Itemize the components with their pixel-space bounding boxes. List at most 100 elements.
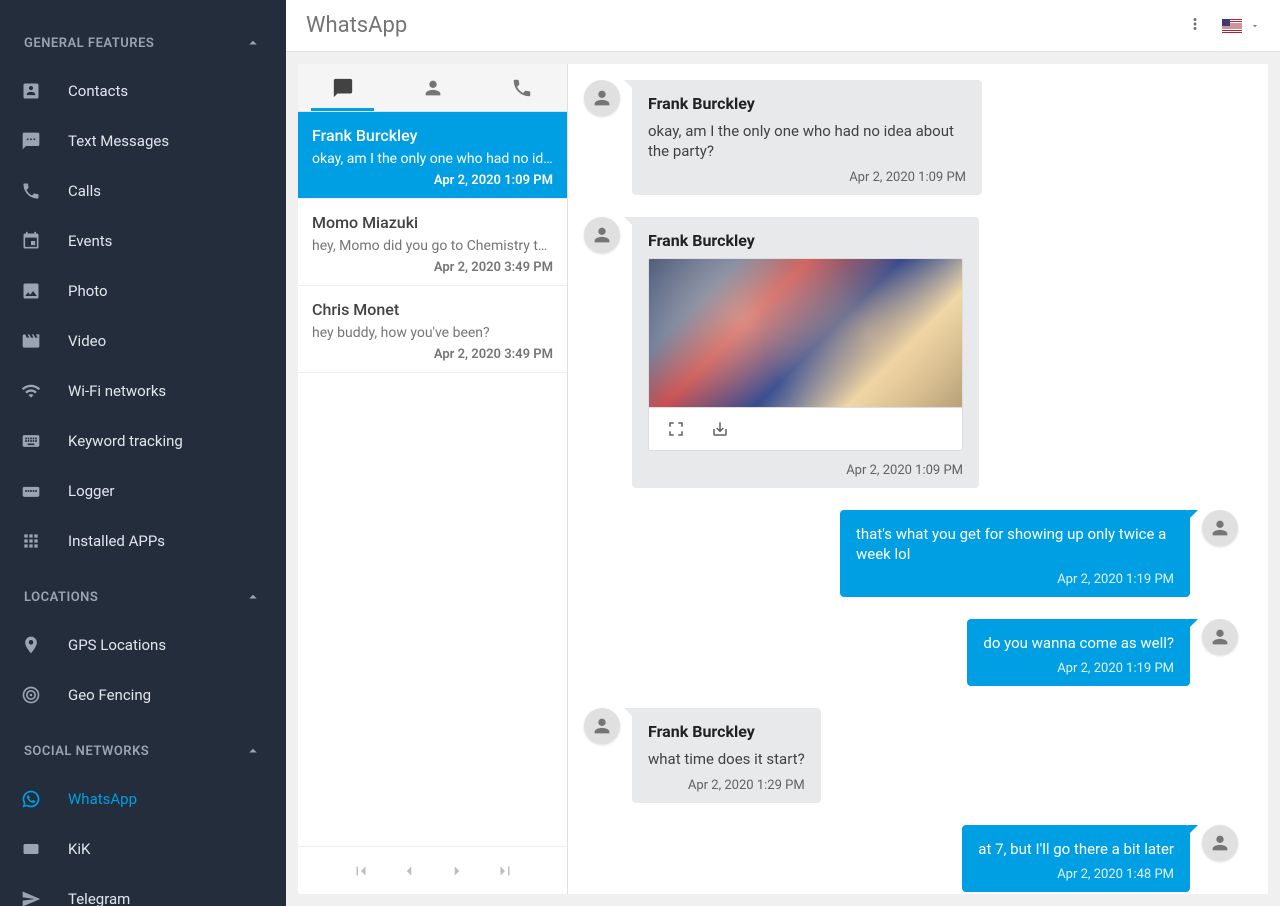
sidebar-item-logger[interactable]: Logger [0,466,286,516]
pagination [298,846,567,894]
sidebar-item-label: Keyword tracking [68,432,183,450]
apps-icon [20,530,42,552]
sidebar-item-apps[interactable]: Installed APPs [0,516,286,566]
page-prev[interactable] [400,862,418,880]
sidebar-item-wifi[interactable]: Wi-Fi networks [0,366,286,416]
sidebar-item-label: Installed APPs [68,532,165,550]
avatar [1202,619,1238,655]
message-row: that's what you get for showing up only … [584,510,1238,598]
message-sender: Frank Burckley [648,722,805,741]
sidebar-item-label: Wi-Fi networks [68,382,166,400]
sidebar-item-whatsapp[interactable]: WhatsApp [0,774,286,824]
avatar [1202,825,1238,861]
wifi-icon [20,380,42,402]
download-icon[interactable] [711,420,729,438]
keyboard-icon [20,430,42,452]
sidebar-item-kik[interactable]: KiK [0,824,286,874]
sidebar-item-calls[interactable]: Calls [0,166,286,216]
page-first[interactable] [352,862,370,880]
section-title: LOCATIONS [24,590,98,605]
message-bubble: do you wanna come as well? Apr 2, 2020 1… [967,619,1190,686]
sidebar-item-label: Geo Fencing [68,686,151,704]
conversation-name: Frank Burckley [312,126,553,145]
message-time: Apr 2, 2020 1:19 PM [983,661,1174,676]
sidebar-item-telegram[interactable]: Telegram [0,874,286,906]
whatsapp-icon [20,788,42,810]
message-row: Frank Burckley Apr 2, 2020 1:09 PM [584,217,1238,488]
message-time: Apr 2, 2020 1:09 PM [648,463,963,478]
message-bubble: that's what you get for showing up only … [840,510,1190,598]
sidebar-section-general[interactable]: GENERAL FEATURES [0,20,286,66]
message-image[interactable] [648,258,963,408]
conversation-preview: hey buddy, how you've been? [312,325,553,341]
chevron-up-icon [244,588,262,606]
section-title: SOCIAL NETWORKS [24,744,149,759]
avatar [584,80,620,116]
sidebar-item-label: Video [68,332,106,350]
sidebar-item-video[interactable]: Video [0,316,286,366]
sidebar-item-contacts[interactable]: Contacts [0,66,286,116]
message-bubble: Frank Burckley what time does it start? … [632,708,821,802]
message-sender: Frank Burckley [648,94,966,113]
sidebar-item-photo[interactable]: Photo [0,266,286,316]
message-row: Frank Burckley what time does it start? … [584,708,1238,802]
expand-icon[interactable] [667,420,685,438]
avatar [584,217,620,253]
sidebar-item-label: Calls [68,182,101,200]
sidebar-item-label: WhatsApp [68,790,137,808]
page-next[interactable] [448,862,466,880]
conversation-time: Apr 2, 2020 3:49 PM [312,260,553,275]
conversation-name: Chris Monet [312,300,553,319]
message-time: Apr 2, 2020 1:48 PM [978,867,1174,882]
message-time: Apr 2, 2020 1:09 PM [648,170,966,185]
more-icon[interactable] [1186,15,1204,37]
conversation-item[interactable]: Momo Miazuki hey, Momo did you go to Che… [298,199,567,286]
page-title: WhatsApp [306,13,407,38]
message-text: at 7, but I'll go there a bit later [978,839,1174,859]
dropdown-arrow-icon [1250,21,1260,31]
message-bubble: Frank Burckley okay, am I the only one w… [632,80,982,195]
topbar: WhatsApp [286,0,1280,52]
sidebar-item-label: Text Messages [68,132,169,150]
conversation-name: Momo Miazuki [312,213,553,232]
message-row: Frank Burckley okay, am I the only one w… [584,80,1238,195]
contacts-icon [20,80,42,102]
sidebar-item-label: Contacts [68,82,128,100]
conversation-list: Frank Burckley okay, am I the only one w… [298,64,568,894]
kik-icon [20,838,42,860]
sidebar-item-label: Photo [68,282,108,300]
flag-us-icon [1222,19,1242,33]
conversation-item[interactable]: Frank Burckley okay, am I the only one w… [298,112,567,199]
sidebar-item-geofence[interactable]: Geo Fencing [0,670,286,720]
conversation-time: Apr 2, 2020 3:49 PM [312,347,553,362]
telegram-icon [20,888,42,906]
page-last[interactable] [496,862,514,880]
sidebar-section-social[interactable]: SOCIAL NETWORKS [0,728,286,774]
sidebar-item-label: KiK [68,840,90,858]
sidebar-item-label: Events [68,232,112,250]
section-title: GENERAL FEATURES [24,36,154,51]
main-content: WhatsApp Frank Burckley okay, am I the o… [286,0,1280,906]
conversation-time: Apr 2, 2020 1:09 PM [312,173,553,188]
message-row: at 7, but I'll go there a bit later Apr … [584,825,1238,892]
sidebar-section-locations[interactable]: LOCATIONS [0,574,286,620]
conversation-item[interactable]: Chris Monet hey buddy, how you've been? … [298,286,567,373]
message-text: okay, am I the only one who had no idea … [648,121,966,162]
message-time: Apr 2, 2020 1:19 PM [856,572,1174,587]
sidebar-item-gps[interactable]: GPS Locations [0,620,286,670]
tab-chats[interactable] [298,64,388,111]
sidebar-item-keyword[interactable]: Keyword tracking [0,416,286,466]
sidebar-item-events[interactable]: Events [0,216,286,266]
tab-contacts[interactable] [388,64,478,111]
chat-thread: Frank Burckley okay, am I the only one w… [568,64,1268,894]
tab-calls[interactable] [477,64,567,111]
message-text: what time does it start? [648,749,805,769]
language-selector[interactable] [1222,19,1260,33]
message-bubble: Frank Burckley Apr 2, 2020 1:09 PM [632,217,979,488]
sidebar: GENERAL FEATURES Contacts Text Messages … [0,0,286,906]
sidebar-item-text-messages[interactable]: Text Messages [0,116,286,166]
logger-icon [20,480,42,502]
conversation-tabs [298,64,567,112]
chevron-up-icon [244,34,262,52]
conversation-preview: okay, am I the only one who had no ide… [312,151,553,167]
